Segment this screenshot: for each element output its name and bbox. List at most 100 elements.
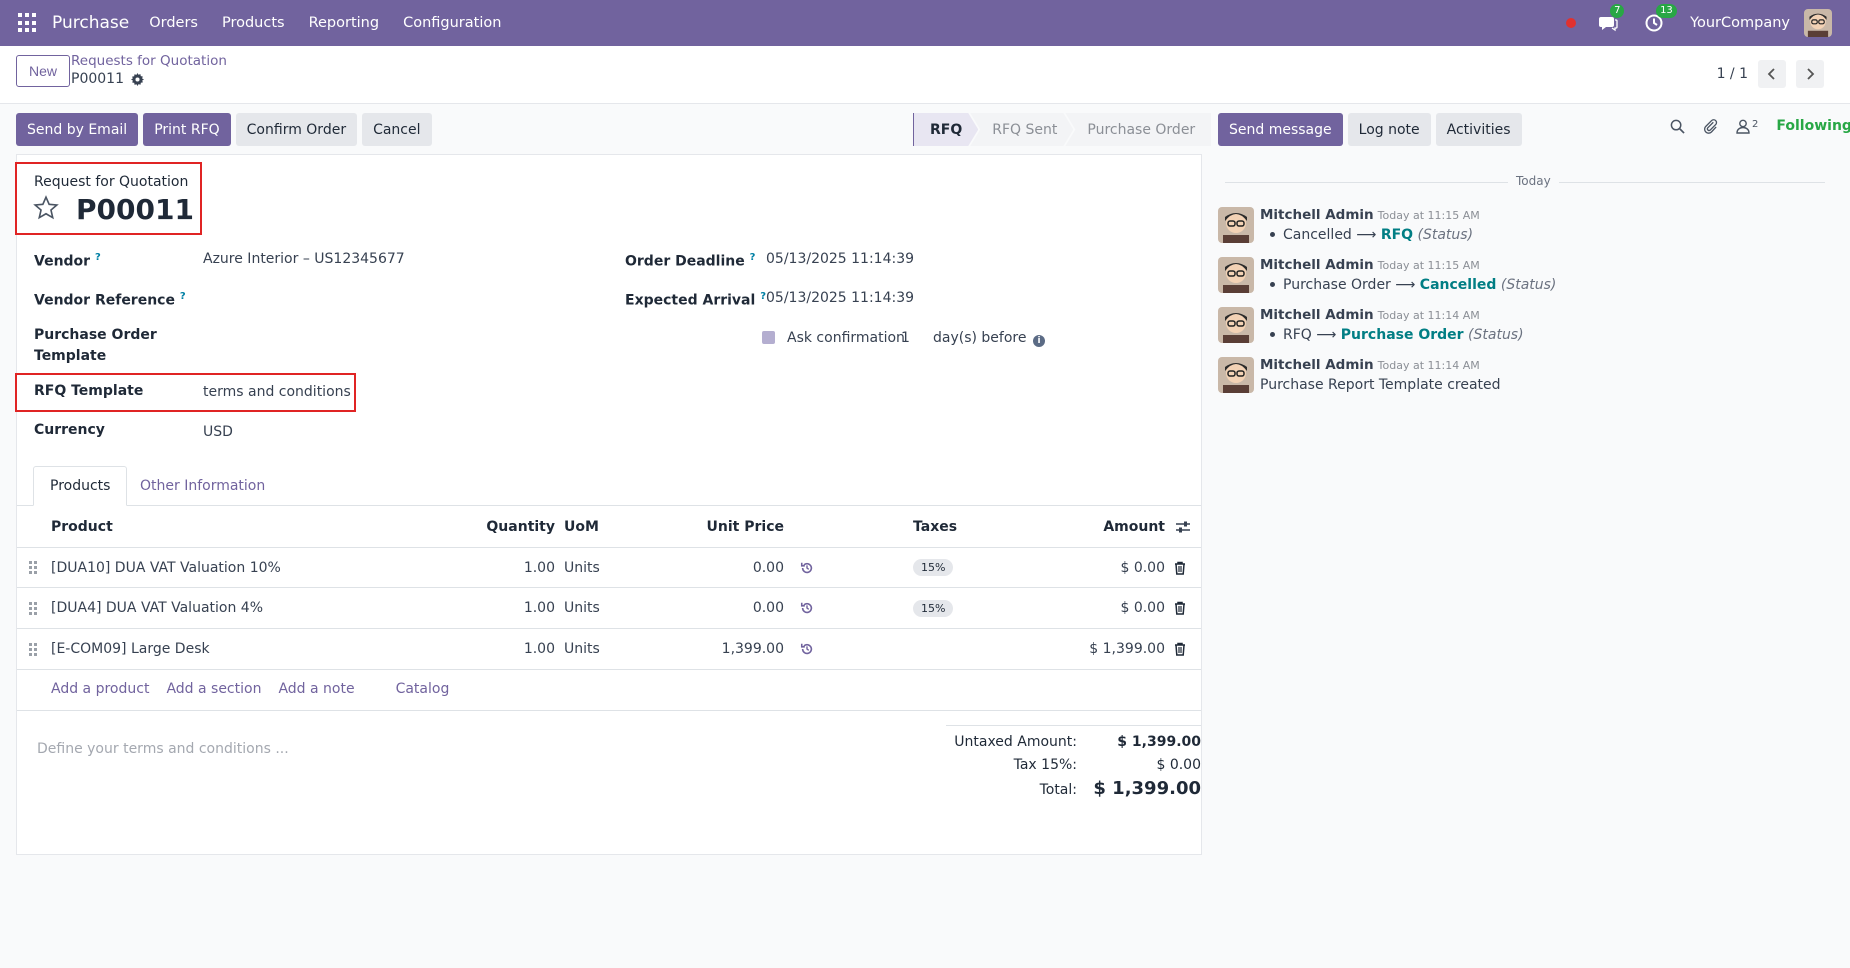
tax-badge: 15% [913, 559, 954, 576]
column-quantity[interactable]: Quantity [397, 507, 555, 547]
tab-other-information[interactable]: Other Information [124, 466, 281, 506]
order-deadline-field[interactable]: 05/13/2025 11:14:39 [766, 251, 914, 267]
log-note-button[interactable]: Log note [1347, 113, 1431, 146]
trash-icon [1175, 601, 1185, 615]
ask-confirmation-checkbox[interactable] [762, 331, 775, 344]
row-delete-button[interactable] [1174, 629, 1186, 669]
status-rfq[interactable]: RFQ [913, 113, 978, 146]
row-product[interactable]: [DUA4] DUA VAT Valuation 4% [51, 588, 263, 628]
row-history-button[interactable] [800, 629, 814, 669]
row-history-button[interactable] [800, 588, 814, 628]
user-avatar[interactable] [1804, 9, 1832, 37]
vendor-field[interactable]: Azure Interior – US12345677 [203, 251, 405, 267]
followers-button[interactable]: 2 [1736, 119, 1758, 134]
recording-indicator-icon[interactable] [1566, 18, 1577, 28]
row-uom[interactable]: Units [564, 629, 600, 669]
menu-orders[interactable]: Orders [149, 15, 198, 31]
author-avatar[interactable] [1218, 257, 1254, 293]
rfq-template-field[interactable]: terms and conditions [203, 384, 351, 400]
help-icon: ? [94, 252, 101, 263]
following-button[interactable]: Following [1776, 118, 1850, 134]
column-unit-price[interactable]: Unit Price [617, 507, 784, 547]
add-product-link[interactable]: Add a product [51, 681, 149, 697]
vendor-reference-field[interactable] [203, 286, 503, 308]
message-author[interactable]: Mitchell Admin Today at 11:14 AM [1260, 307, 1480, 323]
menu-products[interactable]: Products [222, 15, 285, 31]
drag-handle-icon[interactable] [29, 548, 37, 587]
tax-badge: 15% [913, 599, 954, 617]
drag-handle-icon[interactable] [29, 588, 37, 628]
optional-columns-toggle[interactable] [1175, 507, 1191, 547]
column-uom[interactable]: UoM [564, 507, 599, 547]
column-taxes[interactable]: Taxes [913, 507, 957, 547]
row-tax[interactable]: 15% [913, 588, 954, 628]
row-product[interactable]: [DUA10] DUA VAT Valuation 10% [51, 548, 281, 587]
currency-field[interactable]: USD [203, 424, 233, 440]
author-avatar[interactable] [1218, 207, 1254, 243]
search-icon[interactable] [1670, 119, 1685, 134]
po-template-field[interactable] [203, 327, 503, 349]
messaging-button[interactable]: 7 [1598, 4, 1625, 33]
row-delete-button[interactable] [1174, 548, 1186, 587]
cancel-button[interactable]: Cancel [362, 113, 432, 146]
activities-button[interactable]: 13 [1644, 4, 1677, 33]
menu-configuration[interactable]: Configuration [403, 15, 501, 31]
confirm-order-button[interactable]: Confirm Order [235, 113, 358, 146]
table-header: Product Quantity UoM Unit Price Taxes Am… [17, 507, 1201, 548]
column-amount[interactable]: Amount [1017, 507, 1165, 547]
sliders-icon [1176, 521, 1190, 533]
document-type-label: Request for Quotation [34, 174, 189, 190]
table-row[interactable]: [DUA4] DUA VAT Valuation 4% 1.00 Units 0… [17, 588, 1201, 629]
row-product[interactable]: [E-COM09] Large Desk [51, 629, 210, 669]
company-switcher[interactable]: YourCompany [1690, 15, 1790, 31]
print-rfq-button[interactable]: Print RFQ [143, 113, 231, 146]
apps-menu-icon[interactable] [18, 13, 38, 33]
row-tax[interactable]: 15% [913, 548, 954, 587]
row-quantity[interactable]: 1.00 [397, 548, 555, 587]
menu-reporting[interactable]: Reporting [309, 15, 380, 31]
add-note-link[interactable]: Add a note [278, 681, 354, 697]
new-button[interactable]: New [16, 55, 71, 87]
catalog-link[interactable]: Catalog [396, 681, 450, 697]
status-rfq-sent[interactable]: RFQ Sent [970, 113, 1073, 146]
message-author[interactable]: Mitchell Admin Today at 11:15 AM [1260, 257, 1480, 273]
activities-button[interactable]: Activities [1435, 113, 1522, 146]
row-unit-price[interactable]: 0.00 [617, 548, 784, 587]
row-uom[interactable]: Units [564, 588, 600, 628]
breadcrumb-current: P00011 [71, 71, 144, 87]
status-purchase-order[interactable]: Purchase Order [1065, 113, 1212, 146]
table-row[interactable]: [DUA10] DUA VAT Valuation 10% 1.00 Units… [17, 548, 1201, 588]
breadcrumb-parent[interactable]: Requests for Quotation [71, 53, 227, 69]
tab-products[interactable]: Products [33, 466, 128, 506]
send-message-button[interactable]: Send message [1218, 113, 1343, 146]
ask-confirmation-days-field[interactable]: 1 [901, 330, 910, 346]
add-section-link[interactable]: Add a section [166, 681, 261, 697]
message-author[interactable]: Mitchell Admin Today at 11:14 AM [1260, 357, 1480, 373]
gear-icon[interactable] [130, 72, 144, 86]
app-name[interactable]: Purchase [52, 13, 129, 33]
expected-arrival-field[interactable]: 05/13/2025 11:14:39 [766, 290, 914, 306]
author-avatar[interactable] [1218, 357, 1254, 393]
history-icon [800, 643, 813, 655]
rfq-template-label: RFQ Template [34, 383, 144, 399]
table-row[interactable]: [E-COM09] Large Desk 1.00 Units 1,399.00… [17, 629, 1201, 670]
pager-value[interactable]: 1 / 1 [1717, 66, 1748, 82]
drag-handle-icon[interactable] [29, 629, 37, 669]
author-avatar[interactable] [1218, 307, 1254, 343]
row-unit-price[interactable]: 1,399.00 [617, 629, 784, 669]
info-icon[interactable]: i [1033, 335, 1045, 347]
pager-previous-button[interactable] [1758, 60, 1786, 88]
row-history-button[interactable] [800, 548, 814, 587]
column-product[interactable]: Product [51, 507, 113, 547]
send-by-email-button[interactable]: Send by Email [16, 113, 139, 146]
row-delete-button[interactable] [1174, 588, 1186, 628]
paperclip-icon[interactable] [1703, 118, 1718, 134]
terms-conditions-field[interactable]: Define your terms and conditions ... [37, 741, 289, 757]
row-quantity[interactable]: 1.00 [397, 588, 555, 628]
pager-next-button[interactable] [1796, 60, 1824, 88]
row-quantity[interactable]: 1.00 [397, 629, 555, 669]
row-uom[interactable]: Units [564, 548, 600, 587]
star-icon[interactable] [33, 195, 59, 221]
row-unit-price[interactable]: 0.00 [617, 588, 784, 628]
message-author[interactable]: Mitchell Admin Today at 11:15 AM [1260, 207, 1480, 223]
